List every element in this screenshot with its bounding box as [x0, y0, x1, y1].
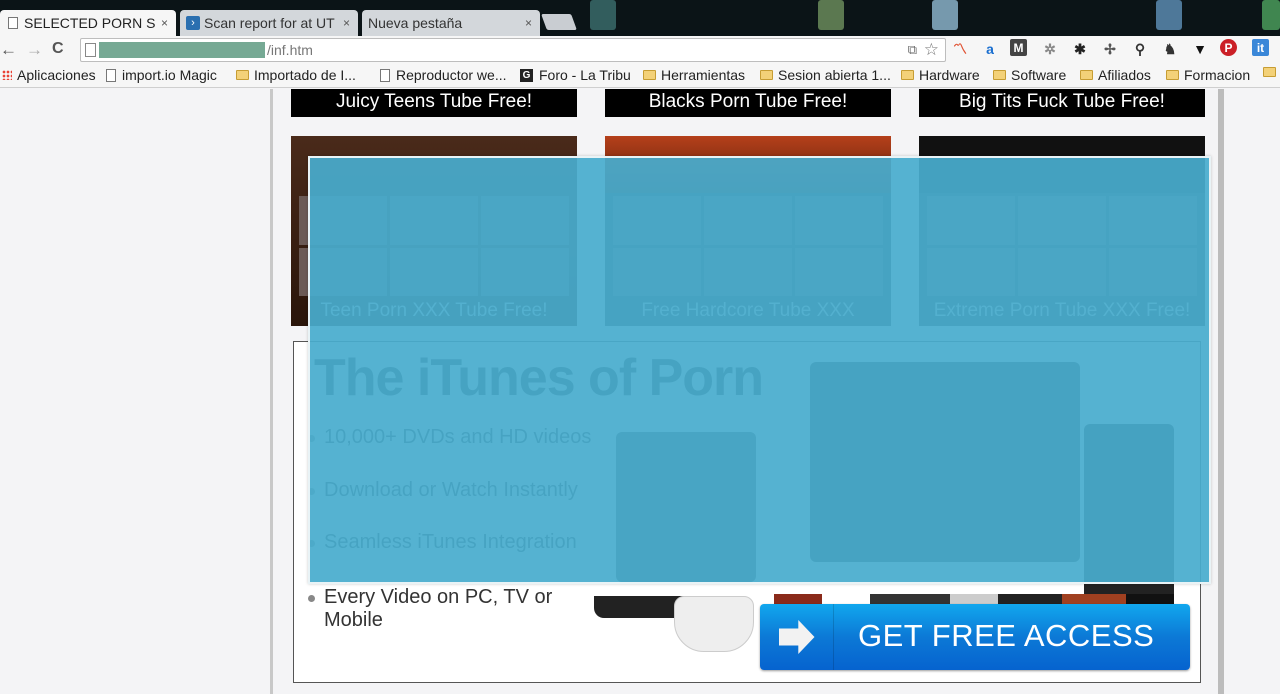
close-tab-icon[interactable]: × — [161, 16, 168, 30]
window-titlebar: SELECTED PORN SITE × › Scan report for a… — [0, 0, 1280, 36]
url-path: /inf.htm — [267, 42, 313, 58]
tab-title: Scan report for at UT — [204, 15, 335, 31]
tab-title: Nueva pestaña — [368, 15, 463, 31]
folder-icon — [1080, 70, 1093, 80]
page-icon — [106, 68, 116, 82]
browser-toolbar: ← → C /inf.htm ⧉ ☆ 〽 a M ✲ ✱ ✢ ⚲ ♞ ▼ Pit — [0, 36, 1280, 64]
evernote-icon[interactable]: ♞ — [1160, 39, 1180, 59]
page-icon — [6, 16, 20, 30]
it-extension-icon[interactable]: it — [1252, 39, 1269, 56]
arrow-right-icon — [778, 620, 815, 654]
close-tab-icon[interactable]: × — [525, 16, 532, 30]
arrow-box — [760, 604, 834, 670]
promo-bullet: Every Video on PC, TV or Mobile — [308, 586, 558, 632]
tab-nueva-pestana[interactable]: Nueva pestaña × — [362, 10, 540, 36]
bookmark-item[interactable]: Aplicaciones — [2, 67, 96, 83]
lamp-icon[interactable]: ⚲ — [1130, 39, 1150, 59]
caption-link[interactable]: Blacks Porn Tube Free! — [605, 89, 891, 117]
folder-icon — [1263, 67, 1276, 77]
overlay-box[interactable] — [308, 156, 1211, 584]
bug-icon[interactable]: ✢ — [1100, 39, 1120, 59]
bookmark-item[interactable]: Software — [993, 67, 1066, 83]
folder-icon — [643, 70, 656, 80]
bookmark-label: Hardware — [919, 67, 980, 83]
bookmark-label: Afiliados — [1098, 67, 1151, 83]
bookmark-item[interactable]: G Foro - La Tribu — [520, 67, 631, 83]
bookmark-item[interactable]: Herramientas — [643, 67, 745, 83]
bookmark-item[interactable]: Reproductor we... — [380, 67, 507, 83]
bookmark-star-icon[interactable]: ☆ — [924, 40, 939, 60]
tab-title: SELECTED PORN SITE — [24, 15, 155, 31]
scan-report-icon: › — [186, 16, 200, 30]
bookmark-item[interactable]: Afiliados — [1080, 67, 1151, 83]
bookmark-item[interactable]: import.io Magic — [106, 67, 217, 83]
bullet-text: Every Video on PC, TV or Mobile — [324, 586, 553, 631]
gear-extension-icon[interactable]: ✲ — [1040, 39, 1060, 59]
bookmark-label: Software — [1011, 67, 1067, 83]
cta-label: GET FREE ACCESS — [858, 618, 1155, 653]
bookmark-label: import.io Magic — [122, 67, 217, 83]
desktop-icon — [932, 0, 958, 30]
folder-icon — [1166, 70, 1179, 80]
tab-selected-porn-site[interactable]: SELECTED PORN SITE × — [0, 10, 176, 36]
settings-icon[interactable]: ✱ — [1070, 39, 1090, 59]
bookmark-label: Foro - La Tribu — [539, 67, 631, 83]
bullet-dot — [308, 595, 315, 602]
bookmarks-bar: Aplicaciones import.io Magic Importado de … — [0, 64, 1280, 88]
desktop-icon — [1156, 0, 1182, 30]
forward-button[interactable]: → — [26, 40, 43, 60]
back-button[interactable]: ← — [0, 40, 17, 60]
folder-icon — [236, 70, 249, 80]
bookmark-label: Aplicaciones — [17, 67, 96, 83]
bookmark-label: Herramientas — [661, 67, 746, 83]
caption-link[interactable]: Big Tits Fuck Tube Free! — [919, 89, 1205, 117]
m-extension-icon[interactable]: M — [1010, 39, 1027, 56]
bookmark-label: Reproductor we... — [396, 67, 507, 83]
apps-icon — [2, 70, 12, 80]
close-tab-icon[interactable]: × — [343, 16, 350, 30]
chart-extension-icon[interactable]: 〽 — [950, 39, 970, 59]
redacted-domain — [99, 42, 265, 58]
amazon-assistant-icon[interactable]: a — [980, 39, 1000, 59]
desktop-icon — [818, 0, 844, 30]
bookmark-label: Formacion — [1184, 67, 1251, 83]
desktop-icon — [590, 0, 616, 30]
bookmark-item[interactable]: Hardware — [901, 67, 980, 83]
bookmark-item[interactable] — [1263, 67, 1280, 77]
bookmark-label: Importado de I... — [254, 67, 356, 83]
get-free-access-button[interactable]: GET FREE ACCESS — [760, 604, 1190, 670]
controller-image — [674, 596, 754, 652]
desktop-icon — [1262, 0, 1280, 30]
g-icon: G — [520, 68, 533, 82]
bookmark-item[interactable]: Formacion — [1166, 67, 1250, 83]
bookmark-label: Sesion abierta 1... — [778, 67, 891, 83]
bookmark-item[interactable]: Importado de I... — [236, 67, 356, 83]
folder-icon — [760, 70, 773, 80]
folder-icon — [993, 70, 1006, 80]
page-icon — [380, 68, 390, 82]
folder-icon — [901, 70, 914, 80]
new-tab-button[interactable] — [541, 14, 577, 30]
reload-button[interactable]: C — [52, 40, 64, 58]
owl-icon[interactable]: ▼ — [1190, 39, 1210, 59]
tab-scan-report[interactable]: › Scan report for at UT × — [180, 10, 358, 36]
page-icon — [85, 43, 96, 57]
bookmark-item[interactable]: Sesion abierta 1... — [760, 67, 891, 83]
caption-link[interactable]: Juicy Teens Tube Free! — [291, 89, 577, 117]
translate-icon[interactable]: ⧉ — [908, 42, 917, 58]
address-bar[interactable]: /inf.htm ⧉ ☆ — [80, 38, 946, 62]
pinterest-icon[interactable]: P — [1220, 39, 1237, 56]
